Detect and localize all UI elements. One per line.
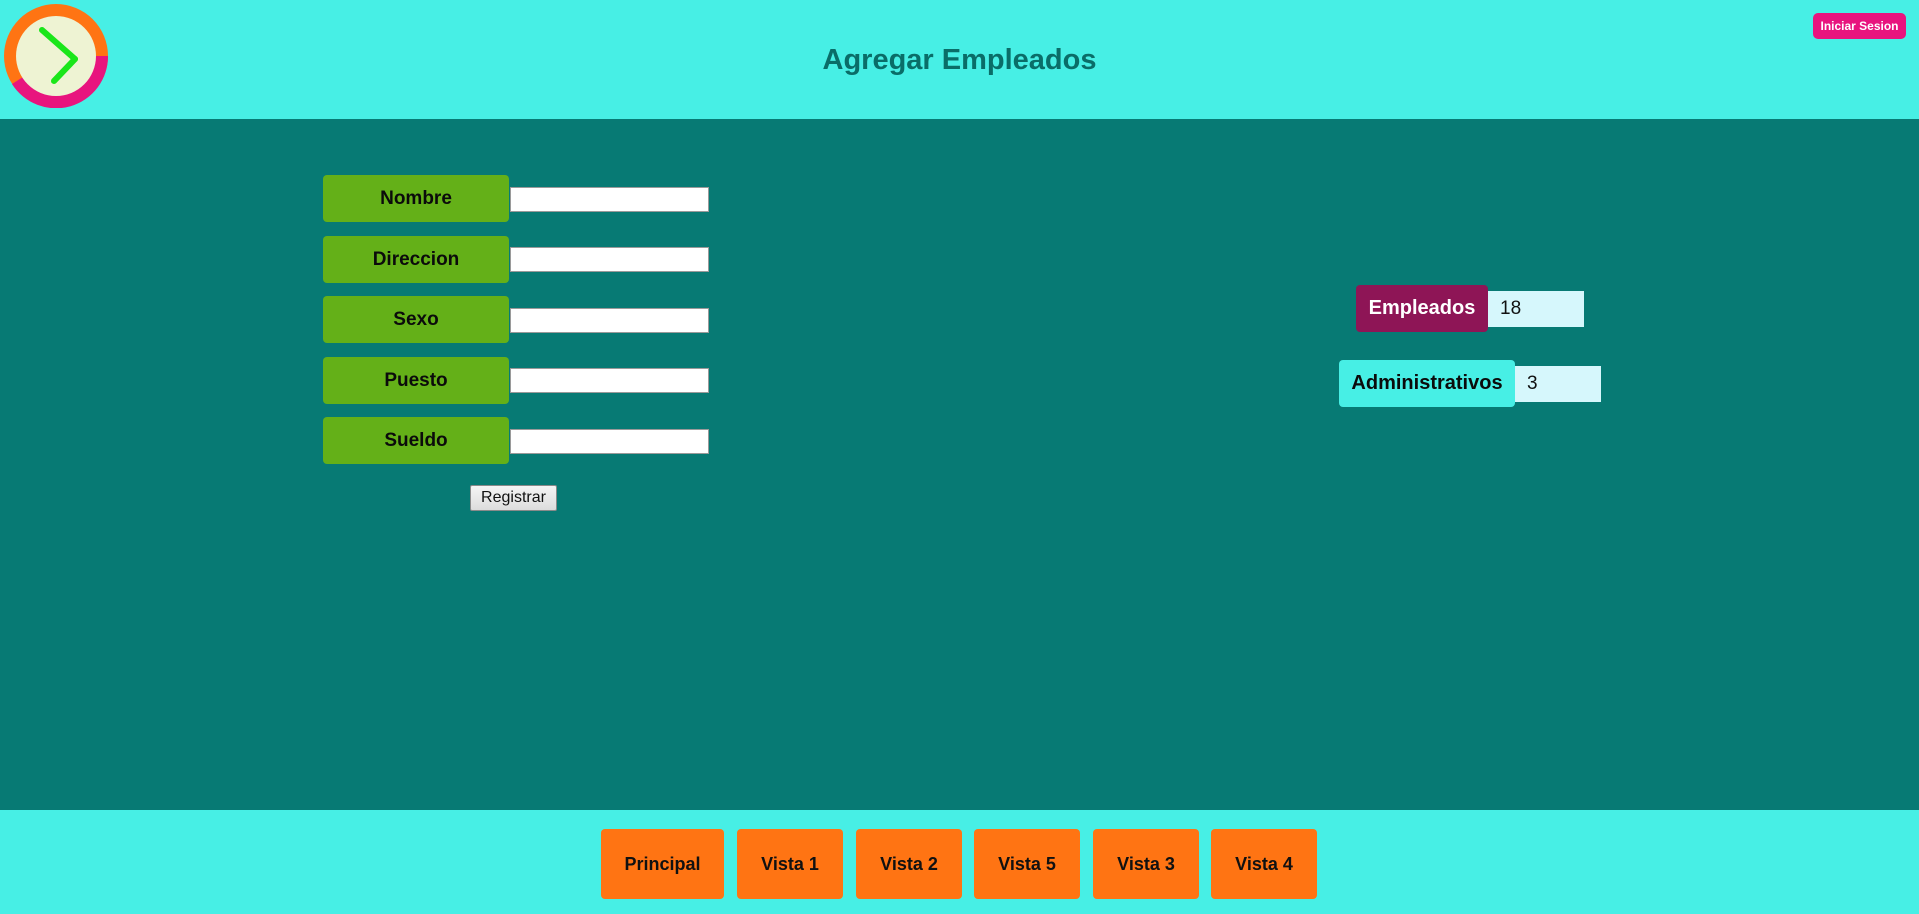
administrativos-label: Administrativos (1339, 360, 1515, 407)
nav-vista-4-button[interactable]: Vista 4 (1211, 829, 1317, 899)
nav-principal-button[interactable]: Principal (601, 829, 724, 899)
nav-vista-3-button[interactable]: Vista 3 (1093, 829, 1199, 899)
administrativos-count: 3 (1515, 366, 1601, 402)
page-title: Agregar Empleados (822, 44, 1097, 76)
nombre-label: Nombre (323, 175, 509, 222)
puesto-label: Puesto (323, 357, 509, 404)
nav-vista-1-button[interactable]: Vista 1 (737, 829, 843, 899)
puesto-field[interactable] (510, 368, 709, 393)
direccion-label: Direccion (323, 236, 509, 283)
sexo-label: Sexo (323, 296, 509, 343)
direccion-field[interactable] (510, 247, 709, 272)
nav-vista-2-button[interactable]: Vista 2 (856, 829, 962, 899)
login-button[interactable]: Iniciar Sesion (1813, 13, 1906, 39)
empleados-label: Empleados (1356, 285, 1488, 332)
empleados-count: 18 (1488, 291, 1584, 327)
sueldo-field[interactable] (510, 429, 709, 454)
sueldo-label: Sueldo (323, 417, 509, 464)
nombre-field[interactable] (510, 187, 709, 212)
registrar-button[interactable]: Registrar (470, 485, 557, 511)
nav-vista-5-button[interactable]: Vista 5 (974, 829, 1080, 899)
header: Agregar Empleados Iniciar Sesion (0, 0, 1919, 119)
sexo-field[interactable] (510, 308, 709, 333)
